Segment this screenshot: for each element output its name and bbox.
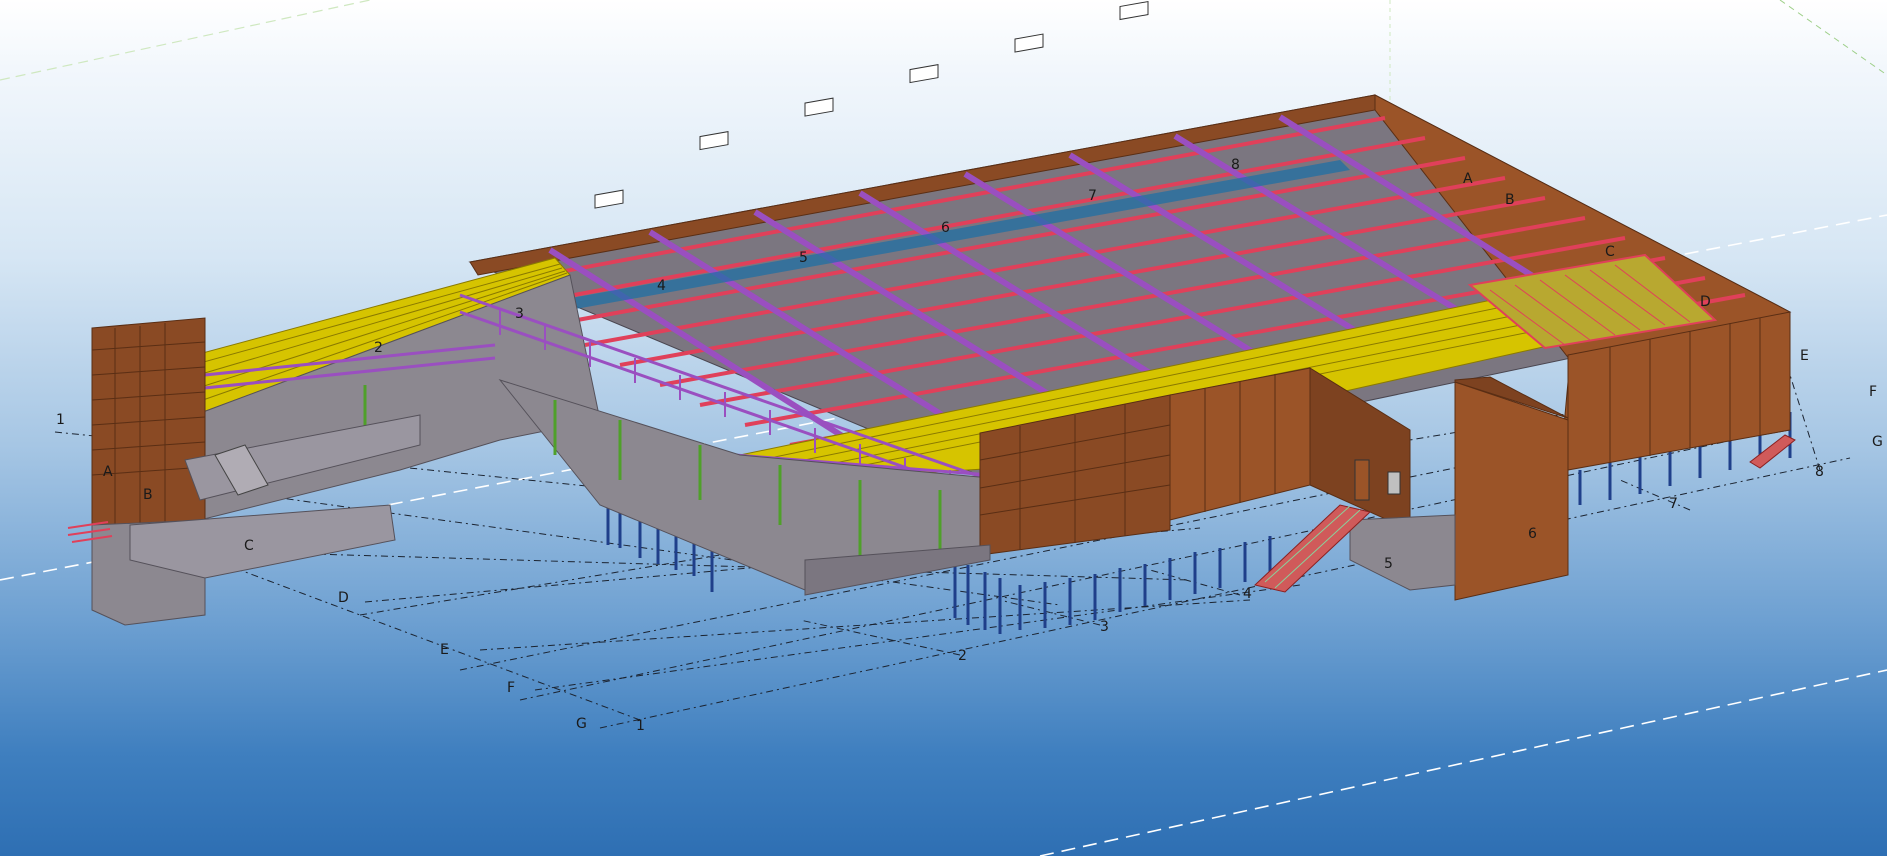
- grid-label-6-front: 6: [1528, 526, 1537, 542]
- model-viewport[interactable]: 1 2 3 4 5 6 7 8 A B C D E F G A B C D E …: [0, 0, 1887, 856]
- grid-label-6: 6: [941, 220, 950, 236]
- grid-label-E-front: E: [440, 642, 449, 658]
- grid-label-C: C: [1605, 244, 1615, 260]
- grid-label-1: 1: [56, 412, 65, 428]
- grid-label-1-front: 1: [636, 718, 645, 734]
- grid-label-G: G: [1872, 434, 1883, 450]
- grid-label-7: 7: [1088, 188, 1097, 204]
- grid-label-A-front: A: [103, 464, 113, 480]
- grid-label-A: A: [1463, 171, 1473, 187]
- grid-label-2-front: 2: [958, 648, 967, 664]
- grid-label-4-front: 4: [1243, 586, 1252, 602]
- grid-label-3: 3: [515, 306, 524, 322]
- grid-label-F: F: [1869, 384, 1877, 400]
- grid-label-5-front: 5: [1384, 556, 1393, 572]
- grid-label-F-front: F: [507, 680, 515, 696]
- structural-model[interactable]: 1 2 3 4 5 6 7 8 A B C D E F G A B C D E …: [0, 0, 1887, 856]
- grid-label-E: E: [1800, 348, 1809, 364]
- grid-label-C-front: C: [244, 538, 254, 554]
- grid-label-7-front: 7: [1669, 496, 1678, 512]
- grid-label-D: D: [1700, 294, 1711, 310]
- door-1: [1354, 459, 1370, 501]
- grid-label-B-front: B: [143, 487, 153, 503]
- grid-label-3-front: 3: [1100, 619, 1109, 635]
- grid-label-2: 2: [374, 340, 383, 356]
- base-slab-right: [1349, 514, 1456, 591]
- grid-label-8: 8: [1231, 157, 1240, 173]
- window-1: [1387, 471, 1401, 495]
- grid-label-5: 5: [799, 250, 808, 266]
- grid-label-B: B: [1505, 192, 1515, 208]
- grid-label-8-front: 8: [1815, 464, 1824, 480]
- grid-label-4: 4: [657, 278, 666, 294]
- front-block-right: [1454, 381, 1569, 601]
- small-stair: [1749, 434, 1796, 469]
- grid-label-G-front: G: [576, 716, 587, 732]
- grid-label-D-front: D: [338, 590, 349, 606]
